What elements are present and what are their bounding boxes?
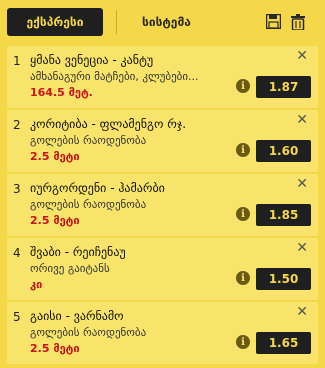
odds-badge[interactable]: 1.50 — [256, 268, 311, 290]
bet-pick: 2.5 მეტი — [30, 342, 80, 355]
bet-index: 5 — [13, 310, 21, 324]
save-icon[interactable] — [265, 13, 282, 33]
bet-index: 3 — [13, 182, 21, 196]
info-icon[interactable]: i — [236, 335, 250, 349]
bet-match: ყმანა ვენეცია - კანტუ — [30, 53, 154, 67]
bet-pick: კი — [30, 278, 43, 291]
bet-item: 3 იურგორდენი - ჰამარბი გოლების რაოდენობა… — [7, 174, 318, 236]
tab-divider — [116, 10, 117, 34]
bet-index: 2 — [13, 118, 21, 132]
close-icon[interactable]: ✕ — [296, 240, 308, 256]
bet-match: გაისი - ვარნამო — [30, 309, 124, 323]
bet-match: კორიტიბა - ფლამენგო რჯ. — [30, 117, 187, 131]
bet-item: 1 ყმანა ვენეცია - კანტუ ამხანაგური მატჩე… — [7, 46, 318, 108]
bet-pick: 2.5 მეტი — [30, 214, 80, 227]
bet-slip-header: ექსპრესი სისტემა — [0, 0, 325, 46]
bet-index: 4 — [13, 246, 21, 260]
bet-match: იურგორდენი - ჰამარბი — [30, 181, 165, 195]
bet-item: 5 გაისი - ვარნამო გოლების რაოდენობა 2.5 … — [7, 302, 318, 364]
bet-market: ამხანაგური მატჩები, კლუბები... — [30, 70, 199, 83]
bet-match: შვაბი - რეიჩენაუ — [30, 245, 126, 259]
bet-market: გოლების რაოდენობა — [30, 326, 147, 339]
bet-index: 1 — [13, 54, 21, 68]
odds-badge[interactable]: 1.87 — [256, 76, 311, 98]
bet-item: 2 კორიტიბა - ფლამენგო რჯ. გოლების რაოდენ… — [7, 110, 318, 172]
bet-market: გოლების რაოდენობა — [30, 134, 147, 147]
odds-badge[interactable]: 1.60 — [256, 140, 311, 162]
odds-badge[interactable]: 1.85 — [256, 204, 311, 226]
close-icon[interactable]: ✕ — [296, 176, 308, 192]
close-icon[interactable]: ✕ — [296, 48, 308, 64]
tab-express[interactable]: ექსპრესი — [7, 8, 103, 36]
bet-pick: 164.5 მეტ. — [30, 86, 93, 99]
info-icon[interactable]: i — [236, 271, 250, 285]
close-icon[interactable]: ✕ — [296, 112, 308, 128]
close-icon[interactable]: ✕ — [296, 304, 308, 320]
info-icon[interactable]: i — [236, 207, 250, 221]
odds-badge[interactable]: 1.65 — [256, 332, 311, 354]
bet-market: ორივე გაიტანს — [30, 262, 110, 275]
info-icon[interactable]: i — [236, 79, 250, 93]
bet-pick: 2.5 მეტი — [30, 150, 80, 163]
bet-item: 4 შვაბი - რეიჩენაუ ორივე გაიტანს კი ✕ i … — [7, 238, 318, 300]
trash-icon[interactable] — [291, 14, 305, 34]
tab-system[interactable]: სისტემა — [120, 8, 250, 36]
info-icon[interactable]: i — [236, 143, 250, 157]
bet-market: გოლების რაოდენობა — [30, 198, 147, 211]
